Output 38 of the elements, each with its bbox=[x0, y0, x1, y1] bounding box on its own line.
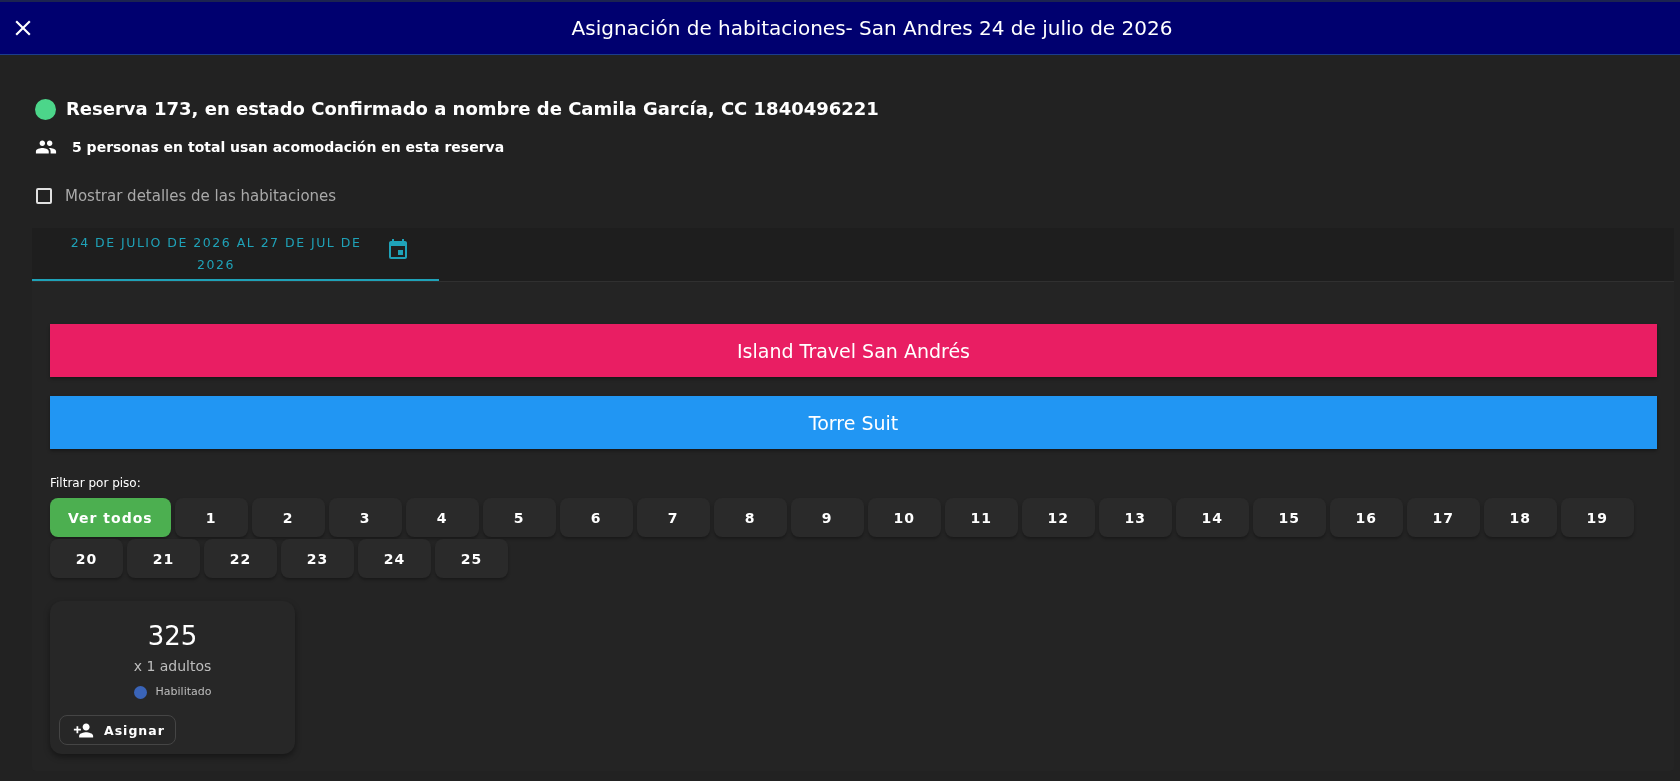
floor-filter-button[interactable]: 22 bbox=[204, 539, 277, 578]
checkbox[interactable] bbox=[36, 188, 52, 204]
floor-filter-button[interactable]: 11 bbox=[944, 498, 1018, 537]
floor-filter-button[interactable]: 23 bbox=[281, 539, 354, 578]
floor-filter-button[interactable]: 20 bbox=[50, 539, 123, 578]
floor-filter-button[interactable]: 2 bbox=[251, 498, 325, 537]
calendar-icon bbox=[386, 237, 410, 262]
floor-filter-button[interactable]: 1 bbox=[174, 498, 248, 537]
reservation-summary: Reserva 173, en estado Confirmado a nombre de Camila García, CC 1840496221 bbox=[66, 97, 879, 121]
assign-button[interactable]: Asignar bbox=[59, 715, 176, 745]
floor-filter-button[interactable]: 12 bbox=[1021, 498, 1095, 537]
floor-filter-button[interactable]: 6 bbox=[559, 498, 633, 537]
floor-filter-button[interactable]: 7 bbox=[636, 498, 710, 537]
floor-filter-button[interactable]: 8 bbox=[713, 498, 787, 537]
floor-filter-button[interactable]: 25 bbox=[435, 539, 508, 578]
floor-filter-button[interactable]: 5 bbox=[482, 498, 556, 537]
floor-filter-button[interactable]: 13 bbox=[1098, 498, 1172, 537]
window-title: Asignación de habitaciones- San Andres 24 de julio de 2026 bbox=[570, 16, 1174, 40]
floor-filter-button[interactable]: 18 bbox=[1483, 498, 1557, 537]
room-occupancy: x 1 adultos bbox=[133, 657, 212, 676]
room-status: Habilitado bbox=[155, 684, 212, 700]
floor-filter-button[interactable]: 19 bbox=[1560, 498, 1634, 537]
checkbox-label[interactable]: Mostrar detalles de las habitaciones bbox=[65, 184, 337, 208]
floor-filter-button[interactable]: 14 bbox=[1175, 498, 1249, 537]
people-count: 5 personas en total usan acomodación en esta reserva bbox=[72, 138, 505, 157]
section-header: Torre Suit bbox=[50, 396, 1657, 449]
section-header: Island Travel San Andrés bbox=[50, 324, 1657, 377]
floor-filter-button[interactable]: 15 bbox=[1252, 498, 1326, 537]
floor-filter-button[interactable]: 16 bbox=[1329, 498, 1403, 537]
floor-filter-button[interactable]: 17 bbox=[1406, 498, 1480, 537]
floor-filter-button[interactable]: 10 bbox=[867, 498, 941, 537]
room-number: 325 bbox=[147, 620, 198, 653]
floor-filter-button[interactable]: 21 bbox=[127, 539, 200, 578]
floor-filter-button[interactable]: 9 bbox=[790, 498, 864, 537]
floor-filter-button[interactable]: 24 bbox=[358, 539, 431, 578]
floor-filter-button[interactable]: 4 bbox=[405, 498, 479, 537]
floor-filter-button[interactable]: 3 bbox=[328, 498, 402, 537]
filter-label: Filtrar por piso: bbox=[50, 475, 142, 491]
